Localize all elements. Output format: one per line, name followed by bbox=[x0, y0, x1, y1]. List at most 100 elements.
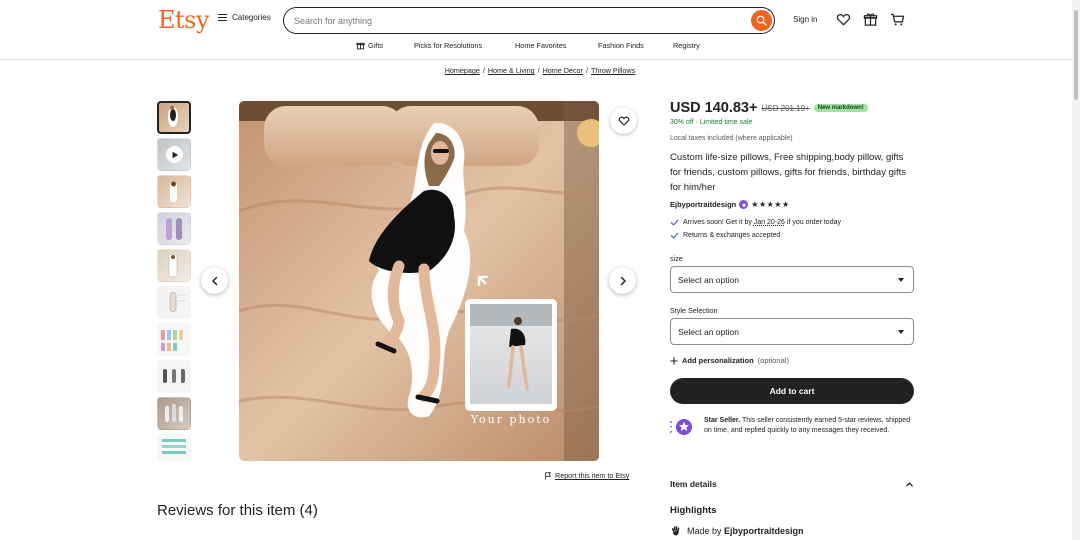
next-image-button[interactable] bbox=[609, 267, 636, 294]
made-by-row: Made by Ejbyportraitdesign bbox=[670, 525, 804, 537]
thumbnail-image bbox=[162, 439, 186, 454]
reviews-heading: Reviews for this item (4) bbox=[157, 502, 318, 519]
add-personalization-label: Add personalization bbox=[682, 356, 754, 365]
your-photo-overlay-text: Your photo bbox=[470, 413, 552, 426]
main-product-image[interactable]: Your photo bbox=[239, 101, 599, 461]
product-photo: Your photo bbox=[239, 101, 599, 461]
gift-icon bbox=[356, 42, 365, 50]
menu-icon bbox=[218, 14, 227, 21]
size-select[interactable]: Select an option bbox=[670, 266, 914, 293]
thumbnail-7[interactable] bbox=[157, 323, 191, 356]
optional-label: (optional) bbox=[757, 356, 789, 365]
gift-icon[interactable] bbox=[863, 12, 878, 27]
arrival-dates[interactable]: Jan 20-26 bbox=[754, 219, 785, 226]
style-selection-select[interactable]: Select an option bbox=[670, 318, 914, 345]
thumbnail-9[interactable] bbox=[157, 397, 191, 430]
breadcrumb-separator: / bbox=[482, 66, 485, 75]
item-details-label: Item details bbox=[670, 479, 717, 489]
nav-gifts[interactable]: Gifts bbox=[356, 41, 383, 50]
caret-down-icon bbox=[898, 278, 904, 282]
cart-icon[interactable] bbox=[890, 12, 905, 27]
flag-icon bbox=[545, 471, 552, 480]
categories-button[interactable]: Categories bbox=[218, 13, 271, 22]
thumbnail-image bbox=[163, 369, 185, 383]
star-seller-badge-icon bbox=[739, 200, 749, 209]
returns-info: Returns & exchanges accepted bbox=[670, 231, 915, 240]
search-icon bbox=[756, 15, 767, 26]
shop-rating-row: Ejbyportraitdesign ★★★★★ bbox=[670, 200, 915, 209]
nav-registry[interactable]: Registry bbox=[673, 41, 700, 50]
made-by-shop-link[interactable]: Ejbyportraitdesign bbox=[724, 526, 804, 536]
product-page: Etsy Categories Sign in bbox=[0, 0, 1080, 540]
etsy-logo[interactable]: Etsy bbox=[158, 6, 210, 34]
nav-fashion-finds[interactable]: Fashion Finds bbox=[598, 41, 644, 50]
sale-price: USD 140.83+ bbox=[670, 100, 758, 116]
hand-wave-icon bbox=[671, 526, 680, 536]
thumbnail-5[interactable] bbox=[157, 249, 191, 282]
search-input[interactable] bbox=[294, 13, 734, 28]
returns-text: Returns & exchanges accepted bbox=[683, 232, 781, 239]
scrollbar-thumb[interactable] bbox=[1074, 10, 1078, 100]
search-bar bbox=[283, 7, 775, 34]
page-scrollbar[interactable] bbox=[1072, 0, 1080, 540]
arrival-info: Arrives soon! Get it by Jan 20-26 if you… bbox=[670, 218, 915, 227]
arrival-suffix: if you order today bbox=[784, 219, 841, 226]
made-by-prefix: Made by bbox=[687, 526, 725, 536]
plus-icon bbox=[670, 356, 678, 365]
nav-home-favorites[interactable]: Home Favorites bbox=[515, 41, 567, 50]
original-price: USD 201.19+ bbox=[761, 103, 810, 113]
breadcrumb-separator: / bbox=[537, 66, 540, 75]
price-row: USD 140.83+ USD 201.19+ New markdown! bbox=[670, 100, 915, 116]
breadcrumb-separator: / bbox=[585, 66, 588, 75]
star-seller-icon bbox=[670, 419, 692, 435]
breadcrumb-home-decor[interactable]: Home Decor bbox=[543, 66, 583, 75]
size-label: size bbox=[670, 254, 683, 263]
thumbnail-6[interactable] bbox=[157, 286, 191, 319]
arrival-prefix: Arrives soon! Get it by bbox=[683, 219, 754, 226]
thumbnail-image bbox=[161, 330, 183, 351]
thumbnail-10[interactable] bbox=[157, 434, 191, 461]
breadcrumb-home-living[interactable]: Home & Living bbox=[488, 66, 535, 75]
category-nav: Gifts Picks for Resolutions Home Favorit… bbox=[0, 41, 1080, 53]
thumbnail-image bbox=[166, 218, 182, 240]
thumbnail-1[interactable] bbox=[157, 101, 191, 134]
add-personalization-button[interactable]: Add personalization (optional) bbox=[670, 356, 915, 365]
thumbnail-image bbox=[168, 106, 178, 127]
product-info: USD 140.83+ USD 201.19+ New markdown! 30… bbox=[670, 100, 915, 438]
item-details-toggle[interactable]: Item details bbox=[670, 479, 914, 489]
nav-gifts-label: Gifts bbox=[368, 41, 383, 50]
categories-label: Categories bbox=[232, 13, 271, 22]
report-item-label: Report this item to Etsy bbox=[555, 471, 630, 480]
thumbnail-image bbox=[165, 404, 183, 422]
highlights-heading: Highlights bbox=[670, 505, 717, 516]
rating-stars[interactable]: ★★★★★ bbox=[751, 200, 789, 209]
favorites-heart-icon[interactable] bbox=[836, 12, 851, 27]
discount-text: 30% off · Limited time sale bbox=[670, 119, 753, 126]
search-button[interactable] bbox=[751, 10, 772, 31]
thumbnail-4[interactable] bbox=[157, 212, 191, 245]
chevron-left-icon bbox=[211, 276, 217, 285]
thumbnail-image bbox=[170, 181, 177, 202]
report-item-link[interactable]: Report this item to Etsy bbox=[544, 471, 629, 480]
add-to-cart-button[interactable]: Add to cart bbox=[670, 378, 914, 404]
style-selection-label: Style Selection bbox=[670, 306, 718, 315]
thumbnail-video[interactable] bbox=[157, 138, 191, 171]
breadcrumb-homepage[interactable]: Homepage bbox=[445, 66, 480, 75]
favorite-button[interactable] bbox=[610, 107, 637, 134]
product-title: Custom life-size pillows, Free shipping,… bbox=[670, 152, 907, 193]
shop-name-link[interactable]: Ejbyportraitdesign bbox=[670, 200, 736, 209]
site-header: Etsy Categories Sign in bbox=[0, 0, 1080, 60]
thumbnail-image bbox=[168, 253, 178, 278]
star-seller-title: Star Seller. bbox=[704, 417, 741, 424]
check-icon bbox=[670, 232, 679, 239]
sign-in-link[interactable]: Sign in bbox=[793, 15, 817, 24]
previous-image-button[interactable] bbox=[201, 267, 228, 294]
check-icon bbox=[670, 219, 679, 226]
chevron-up-icon bbox=[906, 481, 913, 486]
thumbnail-3[interactable] bbox=[157, 175, 191, 208]
nav-picks-for-resolutions[interactable]: Picks for Resolutions bbox=[414, 41, 482, 50]
breadcrumb-throw-pillows[interactable]: Throw Pillows bbox=[591, 66, 635, 75]
chevron-right-icon bbox=[620, 276, 626, 285]
thumbnail-image bbox=[169, 291, 186, 313]
thumbnail-8[interactable] bbox=[157, 360, 191, 393]
